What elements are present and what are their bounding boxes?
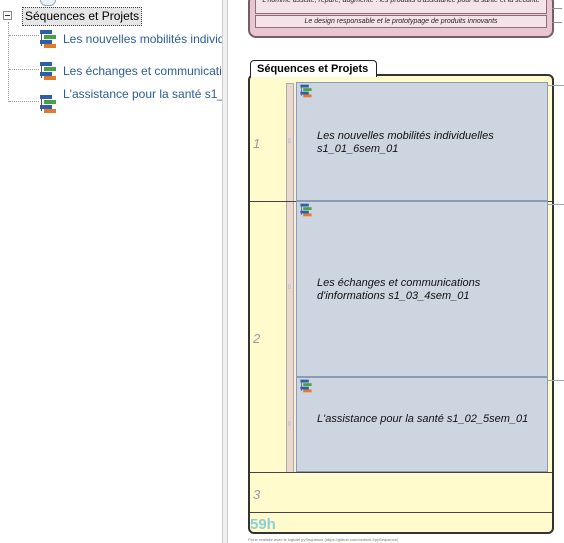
sequence-icon: [38, 29, 58, 49]
sequence-icon: [299, 379, 312, 393]
sequence-icon: [38, 94, 58, 114]
tree-item-label: L'assistance pour la santé s1_02_5sem_01: [63, 87, 222, 101]
theme-row-2: Le design responsable et le prototypage …: [255, 15, 547, 28]
project-tree-panel: Séquences et Projets Les nouvelles mobil…: [0, 0, 222, 543]
module-title-line: Les nouvelles mobilités individuelles: [317, 130, 494, 142]
module-connector: [547, 204, 564, 205]
total-hours: 59h: [250, 516, 276, 533]
period-label-2: 2: [253, 331, 261, 346]
theme-connector: [552, 22, 562, 23]
module-title-line: Les échanges et communications: [317, 277, 481, 289]
sequences-frame: ▯ ▯ ▯ 1 2 3 59h Les nouvelles mobilités …: [248, 74, 564, 534]
tree-item-label: Les échanges et communications d'informa…: [63, 64, 222, 78]
footer-note: Fiche réalisée avec le logiciel pySequen…: [248, 537, 399, 542]
theme-box: L'homme assisté, réparé, augmenté : les …: [248, 0, 562, 38]
module-title: Les nouvelles mobilités individuelles s1…: [317, 130, 494, 156]
period-label-1: 1: [253, 136, 261, 151]
tree-item-sequence-1[interactable]: Les nouvelles mobilités individuelles s1…: [38, 29, 222, 51]
timeline-mark: ▯: [288, 138, 291, 144]
theme-row-1: L'homme assisté, réparé, augmenté : les …: [255, 0, 547, 14]
module-title-line: L'assistance pour la santé s1_02_5sem_01: [317, 413, 529, 425]
tree-item-sequence-2[interactable]: Les échanges et communications d'informa…: [38, 61, 222, 83]
period-separator: [250, 472, 552, 473]
sequences-title: Séquences et Projets: [250, 60, 378, 77]
sequence-icon: [38, 61, 58, 81]
tree-connector: [9, 35, 39, 36]
sequence-icon: [299, 203, 312, 217]
collapse-toggle-icon[interactable]: [3, 11, 12, 20]
tree-connector: [9, 69, 39, 70]
module-title: L'assistance pour la santé s1_02_5sem_01: [317, 413, 528, 426]
period-separator: [250, 512, 552, 513]
tree-node-partial-icon: [40, 0, 56, 6]
sequence-canvas: L'homme assisté, réparé, augmenté : les …: [228, 0, 564, 543]
tree-connector: [9, 101, 39, 102]
theme-connector: [552, 8, 562, 9]
module-sequence-1[interactable]: Les nouvelles mobilités individuelles s1…: [296, 82, 564, 201]
module-connector: [547, 380, 564, 381]
tree-item-label: Les nouvelles mobilités individuelles s1…: [63, 32, 222, 46]
timeline-mark: ▯: [288, 284, 291, 290]
module-title-line: s1_01_6sem_01: [317, 143, 399, 155]
tree-root-sequences-projects[interactable]: Séquences et Projets: [22, 7, 143, 26]
module-sequence-2[interactable]: Les échanges et communications d'informa…: [296, 201, 564, 377]
tree-connector: [8, 22, 9, 102]
module-title: Les échanges et communications d'informa…: [317, 277, 480, 303]
module-title-line: d'informations s1_03_4sem_01: [317, 290, 470, 302]
timeline-mark: ▯: [288, 421, 291, 427]
sequence-icon: [299, 84, 312, 98]
tree-item-sequence-3[interactable]: L'assistance pour la santé s1_02_5sem_01: [38, 87, 222, 116]
module-connector: [547, 85, 564, 86]
module-sequence-3[interactable]: L'assistance pour la santé s1_02_5sem_01: [296, 377, 564, 472]
period-label-3: 3: [253, 487, 261, 502]
